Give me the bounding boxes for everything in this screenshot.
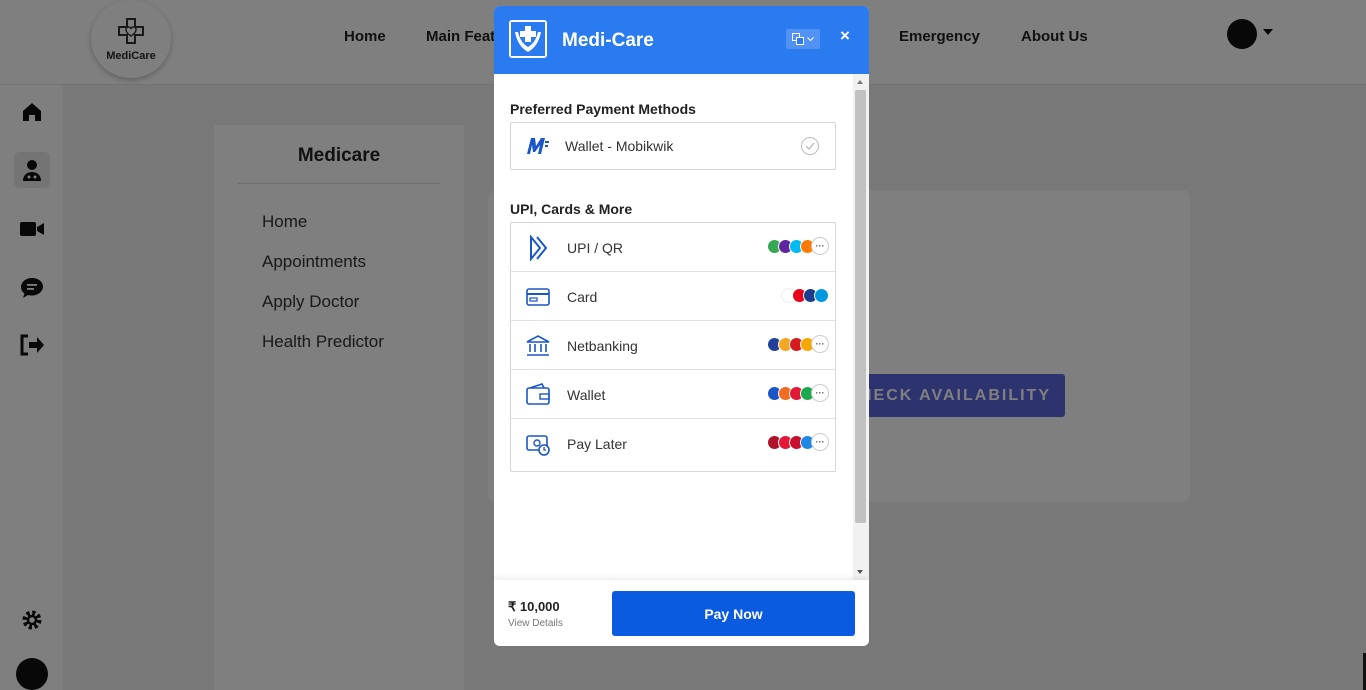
modal-title: Medi-Care <box>562 30 654 51</box>
method-netbanking[interactable]: Netbanking ··· <box>511 321 835 370</box>
payment-methods-list: UPI / QR ··· Card Netbanking ··· Wallet … <box>510 222 836 472</box>
modal-footer: ₹ 10,000 View Details Pay Now <box>494 580 869 646</box>
bank-icons: ··· <box>767 335 829 353</box>
method-label: Card <box>567 289 598 305</box>
translate-icon <box>792 33 804 45</box>
scroll-up-icon[interactable] <box>857 80 863 84</box>
language-toggle[interactable] <box>786 29 820 49</box>
card-network-icons <box>781 288 829 303</box>
scrollbar-thumb[interactable] <box>855 90 866 523</box>
preferred-methods-title: Preferred Payment Methods <box>510 101 696 117</box>
method-label: Pay Later <box>567 436 627 452</box>
wallet-icon <box>526 383 550 405</box>
preferred-method-label: Wallet - Mobikwik <box>565 138 674 154</box>
check-circle-icon <box>801 137 819 155</box>
method-wallet[interactable]: Wallet ··· <box>511 370 835 419</box>
payment-modal: Medi-Care × Preferred Payment Methods Wa… <box>494 6 869 646</box>
modal-header: Medi-Care × <box>494 6 869 74</box>
bank-icon <box>526 335 550 356</box>
method-card[interactable]: Card <box>511 272 835 321</box>
chevron-down-icon <box>807 36 814 41</box>
pay-now-button[interactable]: Pay Now <box>612 591 855 636</box>
pay-later-icons: ··· <box>767 433 829 451</box>
method-upi-qr[interactable]: UPI / QR ··· <box>511 223 835 272</box>
method-label: Netbanking <box>567 338 638 354</box>
upi-cards-more-title: UPI, Cards & More <box>510 201 633 217</box>
method-label: Wallet <box>567 387 606 403</box>
scroll-down-icon[interactable] <box>857 570 863 574</box>
payment-amount: ₹ 10,000 <box>508 599 560 614</box>
wallet-icons: ··· <box>767 384 829 402</box>
method-pay-later[interactable]: Pay Later ··· <box>511 419 835 471</box>
method-label: UPI / QR <box>567 240 624 256</box>
upi-icon <box>530 235 548 261</box>
credit-card-icon <box>526 288 550 306</box>
pay-later-icon <box>526 435 550 456</box>
preferred-method-mobikwik[interactable]: Wallet - Mobikwik <box>510 122 836 170</box>
close-icon[interactable]: × <box>840 26 850 46</box>
page: MediCare Home Main Features Emergency Ab… <box>0 0 1366 690</box>
view-details-link[interactable]: View Details <box>508 618 563 629</box>
upi-app-icons: ··· <box>767 237 829 255</box>
mobikwik-icon <box>527 138 549 154</box>
modal-body: Preferred Payment Methods Wallet - Mobik… <box>494 74 869 580</box>
medicare-logo-icon <box>509 20 547 58</box>
